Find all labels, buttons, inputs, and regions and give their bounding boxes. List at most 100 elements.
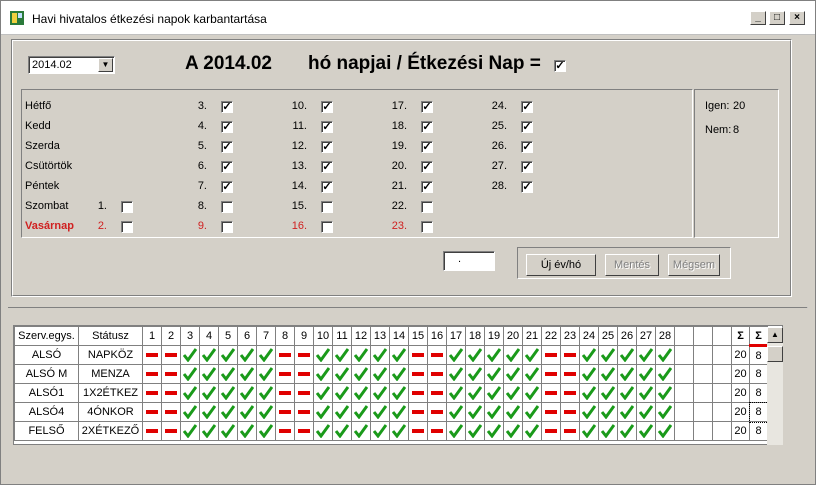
cell-check-icon[interactable] — [351, 402, 371, 422]
cell-check-icon[interactable] — [237, 421, 257, 441]
col-header-day[interactable]: 22 — [541, 326, 561, 346]
cell-no-icon[interactable] — [142, 345, 162, 365]
cell-sum-yes[interactable]: 20 — [731, 402, 750, 422]
cell-check-icon[interactable] — [522, 402, 542, 422]
cell-check-icon[interactable] — [218, 421, 238, 441]
cell-unit[interactable]: ALSÓ — [14, 345, 79, 365]
cell-empty[interactable] — [693, 421, 713, 441]
cell-no-icon[interactable] — [142, 421, 162, 441]
cell-no-icon[interactable] — [161, 364, 181, 384]
cell-check-icon[interactable] — [370, 402, 390, 422]
day-checkbox[interactable]: ✓ — [321, 141, 333, 153]
cell-check-icon[interactable] — [180, 345, 200, 365]
day-checkbox[interactable]: ✓ — [321, 181, 333, 193]
cell-no-icon[interactable] — [275, 421, 295, 441]
cell-check-icon[interactable] — [389, 383, 409, 403]
cell-check-icon[interactable] — [655, 402, 675, 422]
cell-unit[interactable]: ALSÓ1 — [14, 383, 79, 403]
grid-scrollbar[interactable]: ▲ — [767, 327, 783, 445]
col-header-day[interactable]: 15 — [408, 326, 428, 346]
col-header-day[interactable]: 1 — [142, 326, 162, 346]
col-header-day[interactable]: 2 — [161, 326, 181, 346]
cell-check-icon[interactable] — [199, 364, 219, 384]
maximize-button[interactable]: □ — [769, 11, 785, 25]
day-checkbox[interactable] — [421, 221, 433, 233]
col-header-day[interactable]: 3 — [180, 326, 200, 346]
cell-check-icon[interactable] — [256, 383, 276, 403]
cell-check-icon[interactable] — [332, 345, 352, 365]
cell-check-icon[interactable] — [237, 402, 257, 422]
day-checkbox[interactable] — [321, 201, 333, 213]
cell-no-icon[interactable] — [427, 364, 447, 384]
cell-check-icon[interactable] — [332, 402, 352, 422]
table-row[interactable]: FELSŐ 2XÉTKEZŐ 20 8 — [14, 421, 768, 441]
scroll-up-icon[interactable]: ▲ — [767, 327, 783, 343]
cell-no-icon[interactable] — [294, 383, 314, 403]
day-checkbox[interactable]: ✓ — [521, 181, 533, 193]
cell-empty[interactable] — [712, 421, 732, 441]
col-header-day[interactable]: 24 — [579, 326, 599, 346]
save-button[interactable]: Mentés — [605, 254, 659, 276]
cell-empty[interactable] — [712, 383, 732, 403]
cell-unit[interactable]: ALSÓ4 — [14, 402, 79, 422]
cell-sum-no[interactable]: 8 — [748, 401, 769, 423]
scroll-thumb[interactable] — [767, 346, 783, 362]
cell-sum-yes[interactable]: 20 — [731, 383, 750, 403]
meal-day-default-checkbox[interactable]: ✓ — [554, 60, 566, 72]
cell-no-icon[interactable] — [275, 345, 295, 365]
cell-check-icon[interactable] — [522, 421, 542, 441]
cell-check-icon[interactable] — [389, 364, 409, 384]
cell-no-icon[interactable] — [560, 421, 580, 441]
day-checkbox[interactable]: ✓ — [221, 141, 233, 153]
day-checkbox[interactable]: ✓ — [421, 161, 433, 173]
col-header-day[interactable]: 9 — [294, 326, 314, 346]
col-header-sum-yes[interactable]: Σ — [731, 326, 750, 346]
cell-check-icon[interactable] — [218, 345, 238, 365]
cell-no-icon[interactable] — [427, 345, 447, 365]
cell-check-icon[interactable] — [256, 402, 276, 422]
day-checkbox[interactable]: ✓ — [421, 101, 433, 113]
cell-check-icon[interactable] — [636, 402, 656, 422]
cell-no-icon[interactable] — [560, 383, 580, 403]
cell-no-icon[interactable] — [408, 345, 428, 365]
cell-check-icon[interactable] — [465, 402, 485, 422]
day-checkbox[interactable]: ✓ — [421, 141, 433, 153]
table-row[interactable]: ALSÓ4 4ÓNKOR 20 8 — [14, 401, 769, 423]
col-header-day[interactable]: 20 — [503, 326, 523, 346]
day-checkbox[interactable]: ✓ — [221, 161, 233, 173]
cell-no-icon[interactable] — [161, 383, 181, 403]
cell-empty[interactable] — [674, 421, 694, 441]
day-checkbox[interactable]: ✓ — [521, 161, 533, 173]
cell-sum-yes[interactable]: 20 — [731, 345, 750, 365]
cell-empty[interactable] — [693, 383, 713, 403]
cell-check-icon[interactable] — [598, 402, 618, 422]
cell-no-icon[interactable] — [541, 421, 561, 441]
cell-no-icon[interactable] — [408, 402, 428, 422]
cell-check-icon[interactable] — [351, 364, 371, 384]
cell-check-icon[interactable] — [446, 383, 466, 403]
day-checkbox[interactable] — [121, 221, 133, 233]
col-header-day[interactable]: 5 — [218, 326, 238, 346]
col-header-day[interactable]: 13 — [370, 326, 390, 346]
cell-check-icon[interactable] — [389, 345, 409, 365]
cell-check-icon[interactable] — [237, 383, 257, 403]
day-checkbox[interactable] — [421, 201, 433, 213]
col-header-day[interactable]: 14 — [389, 326, 409, 346]
new-month-button[interactable]: Új év/hó — [526, 254, 596, 276]
cell-check-icon[interactable] — [617, 402, 637, 422]
col-header-empty[interactable] — [693, 326, 713, 346]
col-header-empty[interactable] — [674, 326, 694, 346]
day-checkbox[interactable] — [221, 201, 233, 213]
cell-empty[interactable] — [674, 383, 694, 403]
cell-check-icon[interactable] — [598, 364, 618, 384]
cell-check-icon[interactable] — [598, 345, 618, 365]
cell-no-icon[interactable] — [541, 383, 561, 403]
cell-check-icon[interactable] — [332, 364, 352, 384]
col-header-sum-no[interactable]: Σ — [749, 326, 768, 347]
cell-check-icon[interactable] — [579, 421, 599, 441]
cell-check-icon[interactable] — [636, 383, 656, 403]
cell-no-icon[interactable] — [161, 421, 181, 441]
cell-empty[interactable] — [693, 402, 713, 422]
cell-check-icon[interactable] — [484, 402, 504, 422]
col-header-unit[interactable]: Szerv.egys. — [14, 326, 79, 346]
